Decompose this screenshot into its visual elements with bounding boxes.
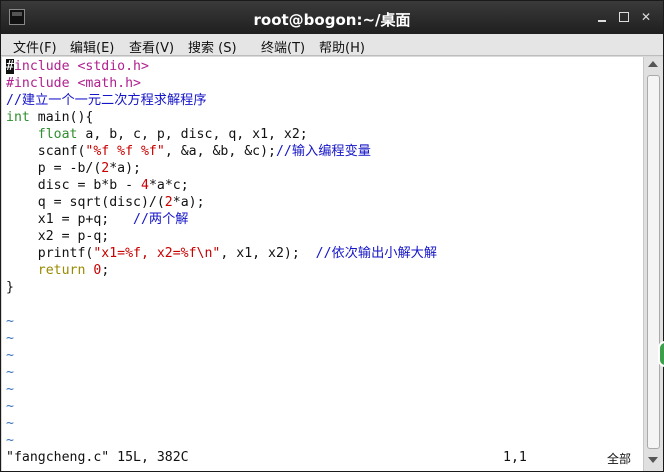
minimize-button[interactable] <box>595 10 609 24</box>
menu-file[interactable]: 文件(F) <box>13 37 57 56</box>
vim-editor[interactable]: #include <stdio.h> #include <math.h> //建… <box>2 57 643 471</box>
scroll-down-arrow-icon[interactable] <box>648 457 658 463</box>
code-line-8: disc = b*b - 4*a*c; <box>6 178 189 193</box>
empty-line-tilde: ~ <box>6 399 14 414</box>
empty-line-tilde: ~ <box>6 348 14 363</box>
empty-line-tilde: ~ <box>6 331 14 346</box>
empty-line-tilde: ~ <box>6 382 14 397</box>
scrollbar-thumb[interactable] <box>647 75 660 449</box>
window-title: root@bogon:~/桌面 <box>253 11 411 29</box>
status-file-info: "fangcheng.c" 15L, 382C <box>6 450 189 465</box>
vim-status-line: "fangcheng.c" 15L, 382C 1,1 全部 <box>2 449 643 469</box>
code-line-1: #include <stdio.h> <box>6 59 149 74</box>
status-cursor-position: 1,1 <box>503 450 527 465</box>
code-line-6: scanf("%f %f %f", &a, &b, &c);//输入编程变量 <box>6 144 371 159</box>
menu-search[interactable]: 搜索 (S) <box>188 37 237 56</box>
minimize-icon <box>598 20 606 22</box>
close-icon: ✕ <box>640 10 652 24</box>
empty-line-tilde: ~ <box>6 314 14 329</box>
code-line-3: //建立一个一元二次方程求解程序 <box>6 93 207 108</box>
maximize-button[interactable] <box>617 10 631 24</box>
empty-line-tilde: ~ <box>6 365 14 380</box>
desktop-widget-icon <box>658 341 664 367</box>
empty-line-tilde: ~ <box>6 433 14 448</box>
code-line-2: #include <math.h> <box>6 76 141 91</box>
maximize-icon <box>619 12 629 22</box>
terminal-window: root@bogon:~/桌面 ✕ 文件(F) 编辑(E) 查看(V) 搜索 (… <box>0 0 664 472</box>
code-line-9: q = sqrt(disc)/(2*a); <box>6 195 205 210</box>
menu-terminal[interactable]: 终端(T) <box>261 37 305 56</box>
vertical-scrollbar[interactable] <box>643 57 663 471</box>
menu-edit[interactable]: 编辑(E) <box>70 37 114 56</box>
code-line-11: x2 = p-q; <box>6 229 110 244</box>
code-line-5: float a, b, c, p, disc, q, x1, x2; <box>37 127 308 142</box>
menu-view[interactable]: 查看(V) <box>129 37 174 56</box>
code-line-10: x1 = p+q; //两个解 <box>6 212 189 227</box>
code-line-7: p = -b/(2*a); <box>6 161 141 176</box>
title-bar[interactable]: root@bogon:~/桌面 ✕ <box>1 1 663 34</box>
text-cursor: # <box>6 59 14 74</box>
menu-bar: 文件(F) 编辑(E) 查看(V) 搜索 (S) 终端(T) 帮助(H) <box>1 34 663 56</box>
menu-help[interactable]: 帮助(H) <box>319 37 365 56</box>
code-line-14: } <box>6 280 14 295</box>
code-line-13: return 0; <box>37 263 110 278</box>
status-scroll-indicator: 全部 <box>607 452 632 466</box>
empty-line-tilde: ~ <box>6 416 14 431</box>
close-button[interactable]: ✕ <box>639 10 653 24</box>
scroll-up-arrow-icon[interactable] <box>648 61 658 67</box>
code-line-4: int main(){ <box>6 110 94 125</box>
code-line-12: printf("x1=%f, x2=%f\n", x1, x2); //依次输出… <box>6 246 438 261</box>
